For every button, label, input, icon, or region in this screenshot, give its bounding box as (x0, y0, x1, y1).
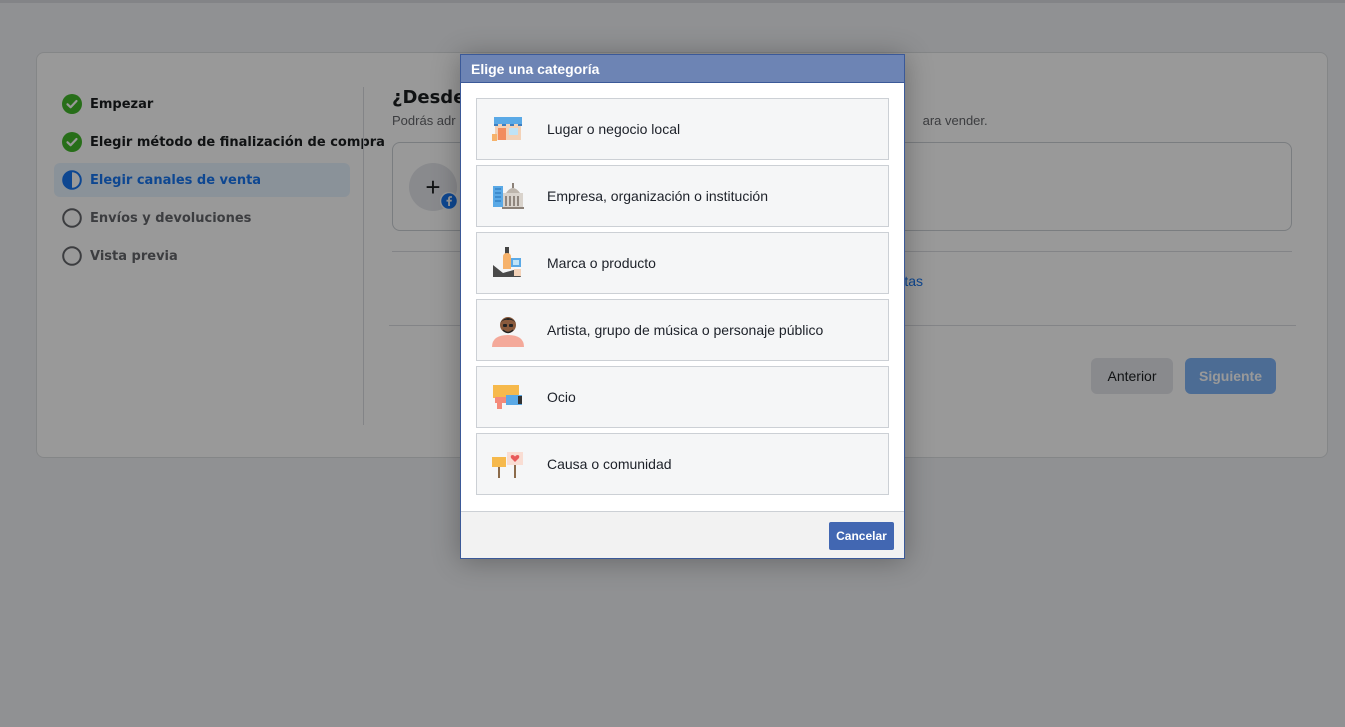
local-business-icon (492, 117, 522, 141)
category-label: Marca o producto (547, 255, 656, 271)
category-label: Artista, grupo de música o personaje púb… (547, 322, 824, 338)
category-label: Lugar o negocio local (547, 121, 681, 137)
category-cause-community[interactable]: Causa o comunidad (476, 433, 889, 495)
cause-community-icon (492, 452, 523, 478)
dialog-body: Lugar o negocio local Empresa, organizac… (461, 83, 904, 511)
company-icon (493, 183, 524, 209)
category-company[interactable]: Empresa, organización o institución (476, 165, 889, 227)
artist-icon (492, 317, 524, 347)
category-brand-product[interactable]: Marca o producto (476, 232, 889, 294)
category-label: Causa o comunidad (547, 456, 672, 472)
entertainment-icon (493, 385, 522, 409)
category-local-business[interactable]: Lugar o negocio local (476, 98, 889, 160)
category-entertainment[interactable]: Ocio (476, 366, 889, 428)
dialog-title: Elige una categoría (461, 55, 904, 83)
category-artist[interactable]: Artista, grupo de música o personaje púb… (476, 299, 889, 361)
category-dialog: Elige una categoría Lugar o negocio loca… (460, 54, 905, 559)
category-label: Empresa, organización o institución (547, 188, 769, 204)
cancel-button[interactable]: Cancelar (829, 522, 894, 550)
category-label: Ocio (547, 389, 576, 405)
brand-product-icon (493, 247, 521, 277)
dialog-footer: Cancelar (461, 511, 904, 558)
